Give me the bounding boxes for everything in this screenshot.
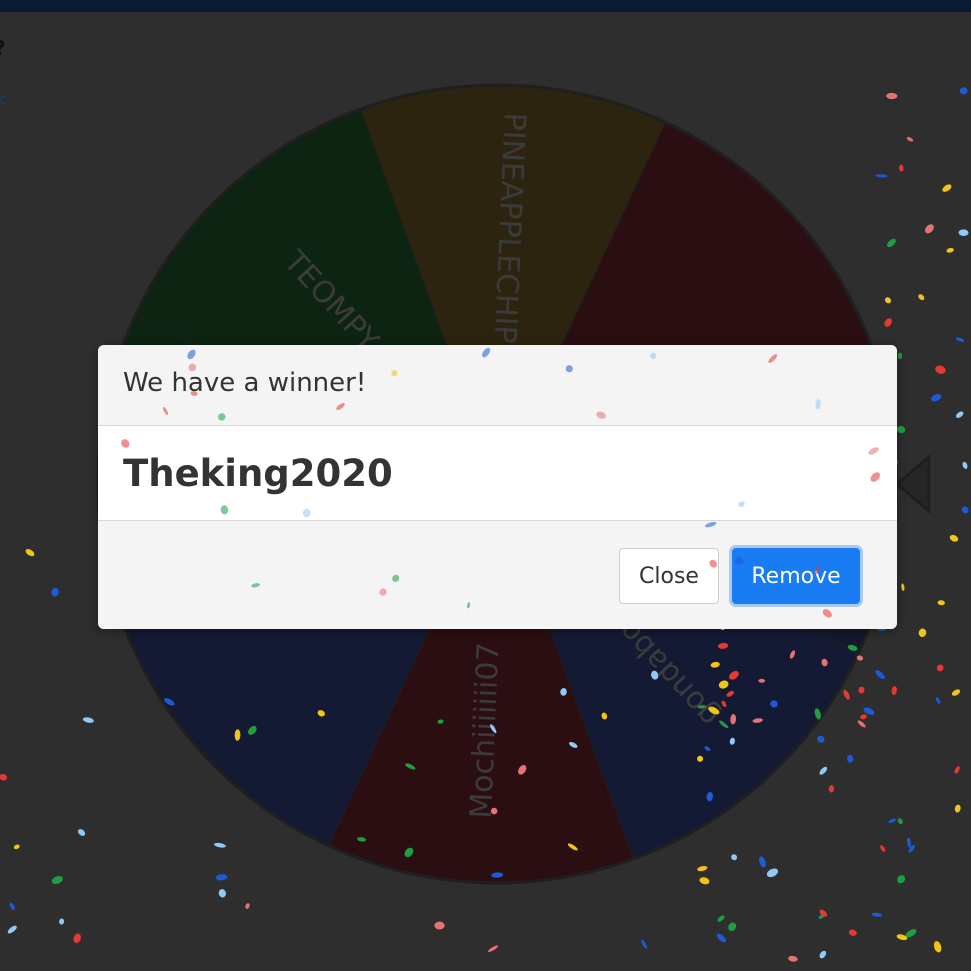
triangle-pointer-icon xyxy=(895,455,931,513)
modal-title: We have a winner! xyxy=(123,368,367,398)
winner-modal: We have a winner! Theking2020 Close Remo… xyxy=(98,345,897,629)
winner-name: Theking2020 xyxy=(123,452,393,495)
modal-body: Theking2020 xyxy=(98,426,897,521)
modal-footer: Close Remove xyxy=(98,521,897,629)
close-button[interactable]: Close xyxy=(619,548,719,604)
remove-button[interactable]: Remove xyxy=(732,548,860,604)
modal-header: We have a winner! xyxy=(98,345,897,426)
